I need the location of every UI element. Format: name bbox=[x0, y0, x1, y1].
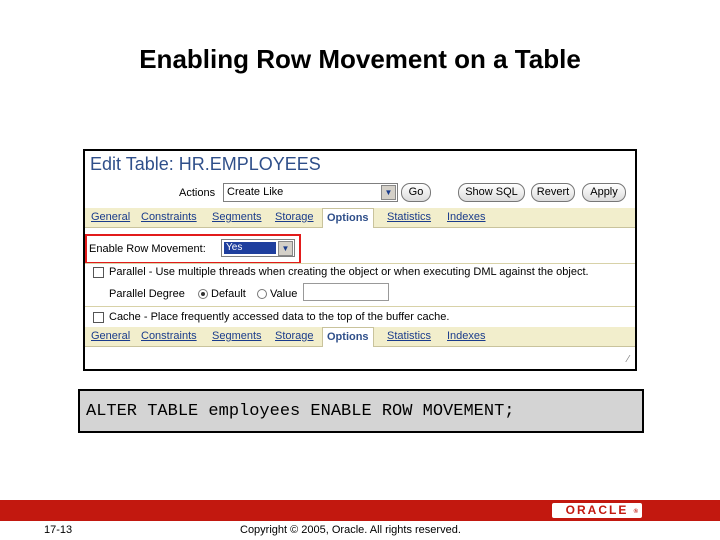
tab-storage[interactable]: Storage bbox=[275, 330, 314, 342]
go-button[interactable]: Go bbox=[401, 183, 431, 202]
sql-statement-box: ALTER TABLE employees ENABLE ROW MOVEMEN… bbox=[78, 389, 644, 433]
row-movement-value: Yes bbox=[224, 242, 276, 254]
oracle-logo: ORACLE ® bbox=[552, 503, 642, 518]
cache-label: Cache - Place frequently accessed data t… bbox=[109, 311, 450, 323]
tab-bar-top: General Constraints Segments Storage Opt… bbox=[85, 208, 635, 228]
oracle-logo-text: ORACLE bbox=[565, 503, 629, 517]
row-movement-select[interactable]: Yes ▼ bbox=[221, 239, 295, 257]
actions-select[interactable]: Create Like ▼ bbox=[223, 183, 398, 202]
revert-button[interactable]: Revert bbox=[531, 183, 575, 202]
edit-table-screenshot: Edit Table: HR.EMPLOYEES Actions Create … bbox=[83, 149, 637, 371]
tab-options[interactable]: Options bbox=[322, 327, 374, 347]
tab-segments[interactable]: Segments bbox=[212, 211, 262, 223]
default-radio[interactable] bbox=[198, 289, 208, 299]
tab-statistics[interactable]: Statistics bbox=[387, 330, 431, 342]
tab-constraints[interactable]: Constraints bbox=[141, 330, 197, 342]
footer-bar: ORACLE ® bbox=[0, 500, 720, 521]
sql-statement: ALTER TABLE employees ENABLE ROW MOVEMEN… bbox=[86, 402, 515, 421]
tab-general[interactable]: General bbox=[91, 211, 130, 223]
tab-indexes[interactable]: Indexes bbox=[447, 330, 486, 342]
value-label: Value bbox=[270, 288, 298, 300]
tab-constraints[interactable]: Constraints bbox=[141, 211, 197, 223]
actions-label: Actions bbox=[179, 187, 216, 199]
tab-general[interactable]: General bbox=[91, 330, 130, 342]
cache-checkbox[interactable] bbox=[93, 312, 104, 323]
parallel-degree-label: Parallel Degree bbox=[109, 288, 185, 300]
divider bbox=[85, 306, 635, 307]
resize-handle-icon: ⁄ bbox=[627, 354, 629, 365]
copyright-text: Copyright © 2005, Oracle. All rights res… bbox=[240, 524, 461, 536]
apply-button[interactable]: Apply bbox=[582, 183, 626, 202]
slide-title: Enabling Row Movement on a Table bbox=[139, 44, 581, 74]
tab-indexes[interactable]: Indexes bbox=[447, 211, 486, 223]
tab-statistics[interactable]: Statistics bbox=[387, 211, 431, 223]
tab-bar-bottom: General Constraints Segments Storage Opt… bbox=[85, 327, 635, 347]
parallel-label: Parallel - Use multiple threads when cre… bbox=[109, 266, 589, 278]
registered-icon: ® bbox=[633, 509, 638, 515]
parallel-degree-input[interactable] bbox=[303, 283, 389, 301]
tab-segments[interactable]: Segments bbox=[212, 330, 262, 342]
show-sql-button[interactable]: Show SQL bbox=[458, 183, 525, 202]
row-movement-label: Enable Row Movement: bbox=[89, 243, 206, 255]
edit-table-title: Edit Table: HR.EMPLOYEES bbox=[90, 154, 321, 174]
default-label: Default bbox=[211, 288, 246, 300]
tab-options[interactable]: Options bbox=[322, 208, 374, 228]
chevron-down-icon[interactable]: ▼ bbox=[278, 241, 293, 256]
page-number: 17-13 bbox=[44, 524, 73, 536]
divider bbox=[85, 263, 635, 264]
value-radio[interactable] bbox=[257, 289, 267, 299]
actions-select-value: Create Like bbox=[227, 186, 284, 198]
tab-storage[interactable]: Storage bbox=[275, 211, 314, 223]
parallel-checkbox[interactable] bbox=[93, 267, 104, 278]
chevron-down-icon[interactable]: ▼ bbox=[381, 185, 396, 200]
